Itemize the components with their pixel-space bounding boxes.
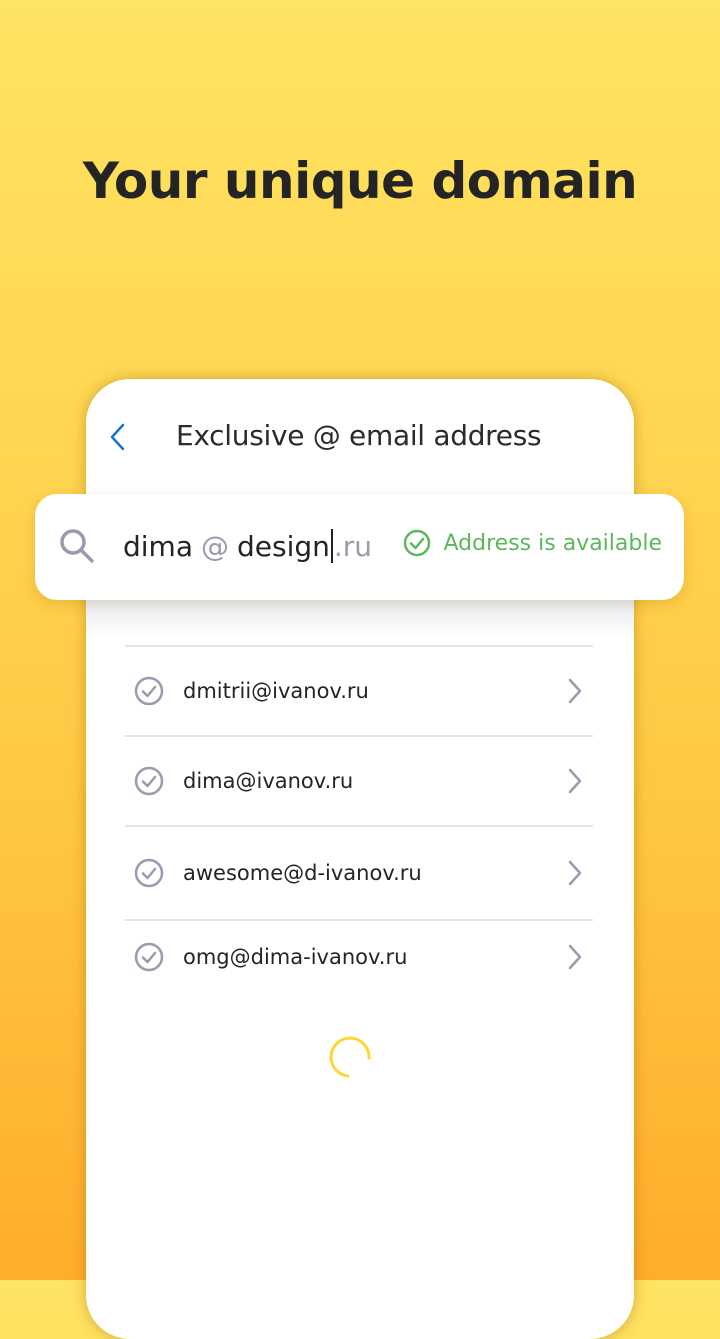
suggestion-list: dmitrii@ivanov.ru dima@ivanov.ru awesome… [125,645,593,993]
text-caret [330,529,333,563]
check-circle-icon [134,858,164,888]
list-shade [86,600,634,640]
check-circle-icon [134,942,164,972]
loading-spinner-icon [329,1036,371,1078]
domain-typed: design [237,529,330,563]
availability-status: Address is available [402,528,662,558]
list-item[interactable]: dima@ivanov.ru [125,737,593,825]
chevron-right-icon [568,944,582,970]
email-search-input[interactable]: dima @ design .ru [123,524,372,568]
status-text: Address is available [443,530,662,556]
at-sign: @ [201,529,229,563]
suggestion-email: dmitrii@ivanov.ru [183,679,369,703]
screen-header: Exclusive @ email address [86,379,634,494]
search-icon [60,529,94,563]
screen-title: Exclusive @ email address [176,419,542,452]
headline: Your unique domain [82,152,638,210]
list-item[interactable]: awesome@d-ivanov.ru [125,827,593,919]
search-card: dima @ design .ru Address is available [35,494,684,600]
local-part: dima [123,529,193,563]
chevron-right-icon [568,678,582,704]
check-circle-icon [134,766,164,796]
list-item[interactable]: dmitrii@ivanov.ru [125,647,593,735]
chevron-right-icon [568,768,582,794]
check-circle-icon [134,676,164,706]
suggestion-email: dima@ivanov.ru [183,769,354,793]
back-button[interactable] [104,419,132,455]
suggestion-email: awesome@d-ivanov.ru [183,861,422,885]
suggestion-email: omg@dima-ivanov.ru [183,945,408,969]
check-circle-icon [403,529,430,557]
chevron-right-icon [568,860,582,886]
chevron-left-icon [110,423,125,451]
domain-suffix: .ru [333,529,373,563]
list-item[interactable]: omg@dima-ivanov.ru [125,921,593,993]
